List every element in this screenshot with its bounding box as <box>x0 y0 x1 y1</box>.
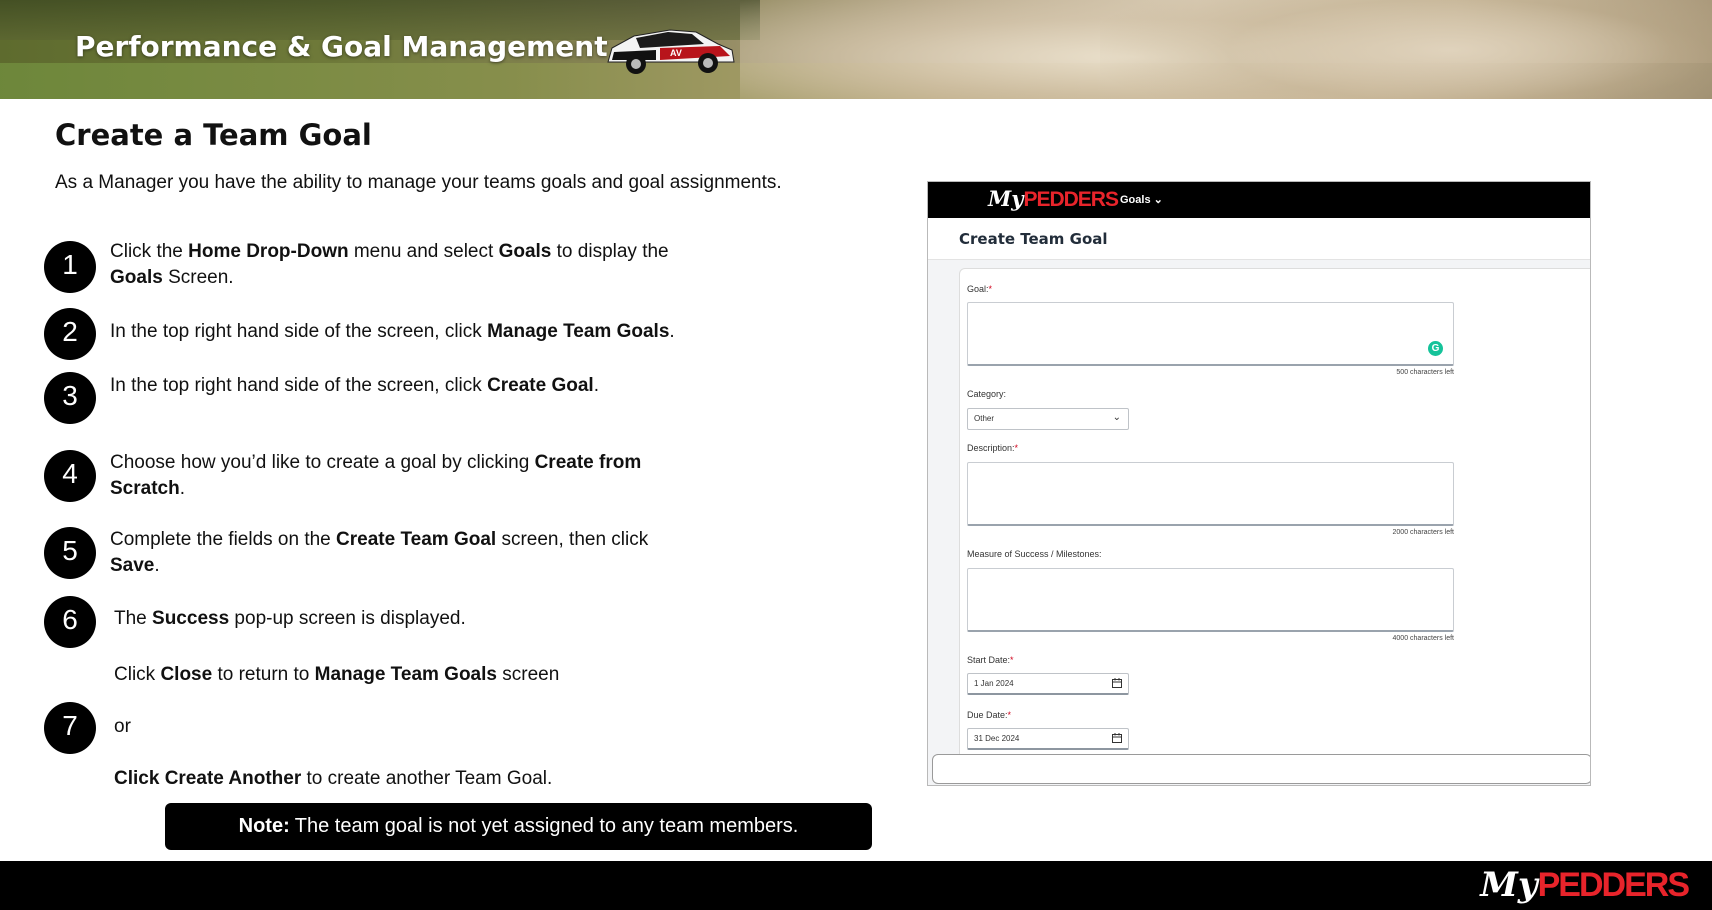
step-emphasis: Success <box>152 608 230 629</box>
calendar-icon[interactable] <box>1112 678 1122 688</box>
step-fragment: . <box>154 555 160 576</box>
create-team-goal-screenshot: MyPEDDERS Goals ⌄ Create Team Goal Goal:… <box>927 181 1591 786</box>
step-3-badge: 3 <box>44 372 96 424</box>
step-fragment: screen <box>496 664 560 685</box>
step-fragment: Click <box>114 664 161 685</box>
step-fragment: pop-up screen is displayed. <box>229 608 466 629</box>
step-fragment: to create another Team Goal. <box>301 768 553 789</box>
step-emphasis: Manage Team Goals <box>314 664 497 685</box>
step-emphasis: Create from <box>534 452 642 473</box>
step-7-text: or <box>114 714 754 740</box>
step-6-text: The Success pop-up screen is displayed. <box>114 606 754 632</box>
step-3-text: In the top right hand side of the screen… <box>110 373 750 399</box>
step-emphasis: Close <box>160 664 213 685</box>
step-5-text: Complete the fields on the Create Team G… <box>110 527 750 579</box>
action-footer-bar <box>932 754 1590 784</box>
goal-label: Goal:* <box>967 284 993 294</box>
goal-textarea[interactable]: G <box>967 302 1454 366</box>
measure-label: Measure of Success / Milestones: <box>967 549 1102 559</box>
step-fragment: In the top right hand side of the screen… <box>110 375 488 396</box>
chevron-down-icon: ⌄ <box>1153 194 1163 206</box>
calendar-icon[interactable] <box>1112 733 1122 743</box>
step-fragment: . <box>593 375 599 396</box>
due-date-input[interactable]: 31 Dec 2024 <box>967 728 1129 750</box>
step-6-close-text: Click Close to return to Manage Team Goa… <box>114 662 754 688</box>
step-fragment: Click the <box>110 241 189 262</box>
note-label: Note: <box>238 815 290 837</box>
grammarly-icon[interactable]: G <box>1428 341 1443 356</box>
screen-title: Create Team Goal <box>959 230 1108 248</box>
category-label: Category: <box>967 389 1007 399</box>
description-label: Description:* <box>967 443 1019 453</box>
step-emphasis: Click Create Another <box>114 768 302 789</box>
goal-char-count: 500 characters left <box>1396 369 1454 376</box>
page-title: Create a Team Goal <box>55 118 372 152</box>
step-fragment: screen, then click <box>496 529 649 550</box>
description-textarea[interactable] <box>967 462 1454 526</box>
step-fragment: to return to <box>212 664 315 685</box>
mypedders-footer-logo: MyPEDDERS <box>1480 865 1690 905</box>
step-5-badge: 5 <box>44 527 96 579</box>
step-fragment: The <box>114 608 153 629</box>
step-emphasis: Create Goal <box>487 375 594 396</box>
footer-bar: MyPEDDERS <box>0 861 1712 910</box>
start-date-input[interactable]: 1 Jan 2024 <box>967 673 1129 695</box>
note-banner: Note: The team goal is not yet assigned … <box>165 803 872 850</box>
step-emphasis: Save <box>110 555 155 576</box>
step-fragment: menu and select <box>348 241 499 262</box>
step-fragment: . <box>179 478 185 499</box>
description-char-count: 2000 characters left <box>1392 529 1454 536</box>
step-fragment: or <box>114 716 131 737</box>
step-emphasis: Goals <box>498 241 552 262</box>
intro-text: As a Manager you have the ability to man… <box>55 172 782 193</box>
chevron-down-icon: ⌄ <box>1112 412 1121 423</box>
step-emphasis: Manage Team Goals <box>487 321 670 342</box>
measure-char-count: 4000 characters left <box>1392 635 1454 642</box>
svg-text:AV: AV <box>670 48 682 58</box>
step-7-create-another-text: Click Create Another to create another T… <box>114 766 754 792</box>
step-1-text: Click the Home Drop-Down menu and select… <box>110 239 750 291</box>
step-fragment: Choose how you’d like to create a goal b… <box>110 452 535 473</box>
rally-car-image: AV <box>607 29 735 74</box>
start-date-label: Start Date:* <box>967 655 1014 665</box>
category-select[interactable]: Other ⌄ <box>967 408 1129 430</box>
step-fragment: In the top right hand side of the screen… <box>110 321 488 342</box>
step-2-text: In the top right hand side of the screen… <box>110 319 750 345</box>
step-1-badge: 1 <box>44 241 96 293</box>
app-navbar: MyPEDDERS Goals ⌄ <box>928 182 1590 218</box>
banner-title: Performance & Goal Management <box>75 30 608 63</box>
goals-menu[interactable]: Goals ⌄ <box>1120 193 1163 206</box>
step-2-badge: 2 <box>44 308 96 360</box>
step-7-badge: 7 <box>44 702 96 754</box>
step-emphasis: Create Team Goal <box>336 529 497 550</box>
step-4-badge: 4 <box>44 450 96 502</box>
step-fragment: Screen. <box>162 267 234 288</box>
header-banner: AV Performance & Goal Management <box>0 0 1712 99</box>
step-4-text: Choose how you’d like to create a goal b… <box>110 450 750 502</box>
step-fragment: to display the <box>551 241 669 262</box>
banner-dust-cloud-far <box>1100 0 1712 99</box>
step-fragment: . <box>669 321 675 342</box>
note-text: The team goal is not yet assigned to any… <box>294 815 799 837</box>
due-date-label: Due Date:* <box>967 710 1012 720</box>
step-emphasis: Home Drop-Down <box>188 241 349 262</box>
mypedders-logo[interactable]: MyPEDDERS <box>988 186 1119 212</box>
step-6-badge: 6 <box>44 596 96 648</box>
step-emphasis: Goals <box>110 267 163 288</box>
measure-textarea[interactable] <box>967 568 1454 632</box>
step-fragment: Complete the fields on the <box>110 529 337 550</box>
step-emphasis: Scratch <box>110 478 180 499</box>
